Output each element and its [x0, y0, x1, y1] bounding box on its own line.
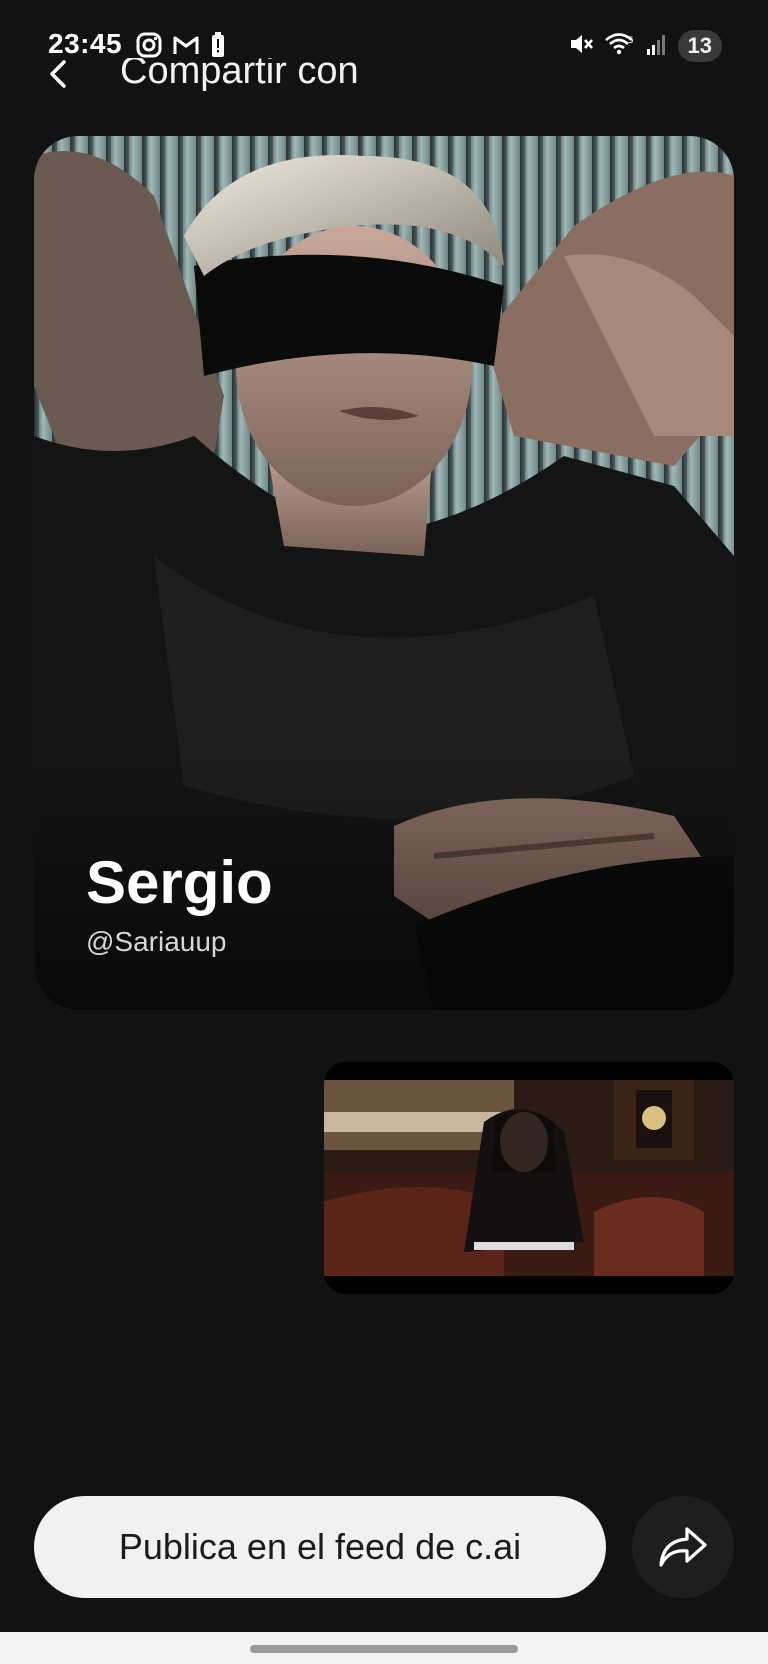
header: Compartir con [0, 50, 768, 100]
chevron-left-icon [50, 60, 66, 88]
character-handle[interactable]: @Sariauup [86, 926, 227, 958]
video-frame [324, 1062, 734, 1294]
character-name: Sergio [86, 849, 273, 916]
post-to-feed-button[interactable]: Publica en el feed de c.ai [34, 1496, 606, 1598]
share-screen: 23:45 5 13 Compartir con Sergio @Sariauu… [0, 0, 768, 1664]
gesture-bar [0, 1632, 768, 1664]
character-card[interactable]: Sergio @Sariauup [34, 136, 734, 1010]
video-thumbnail[interactable] [324, 1062, 734, 1294]
home-indicator[interactable] [250, 1645, 518, 1653]
share-icon [659, 1527, 707, 1567]
page-title: Compartir con [120, 50, 359, 92]
share-button[interactable] [632, 1496, 734, 1598]
back-button[interactable] [40, 52, 80, 92]
svg-text:5: 5 [628, 36, 634, 46]
